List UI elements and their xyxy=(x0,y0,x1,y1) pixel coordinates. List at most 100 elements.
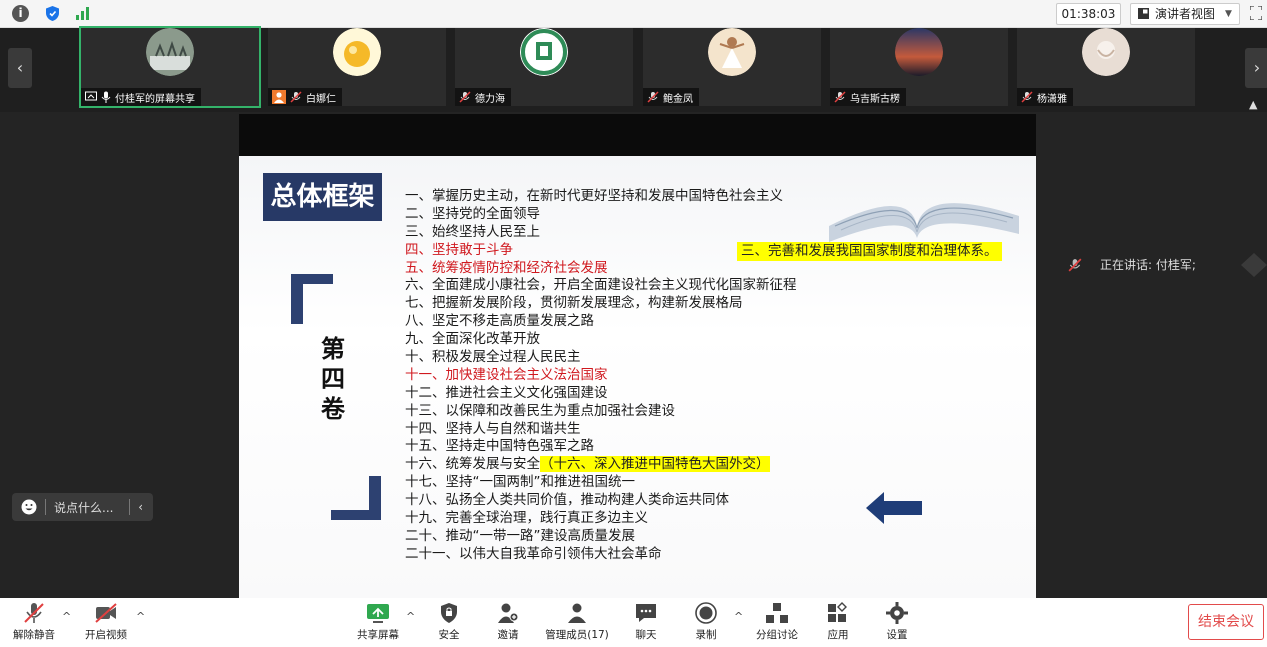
participant-name: 鲍金凤 xyxy=(663,93,693,105)
participant-name: 乌吉斯古楞 xyxy=(850,93,900,105)
outline-item: 十二、推进社会主义文化强国建设 xyxy=(405,384,608,401)
mic-icon xyxy=(101,91,111,103)
chevron-up-icon[interactable]: ^ xyxy=(62,610,71,623)
breakout-icon xyxy=(766,603,788,623)
mic-muted-icon xyxy=(1068,258,1082,271)
participant-label: 乌吉斯古楞 xyxy=(830,88,906,106)
chevron-up-icon[interactable]: ^ xyxy=(136,610,145,623)
signal-icon[interactable] xyxy=(74,5,91,22)
end-meeting-button[interactable]: 结束会议 xyxy=(1188,604,1264,640)
view-mode-dropdown[interactable]: 演讲者视图 ▼ xyxy=(1130,3,1240,25)
settings-label: 设置 xyxy=(886,629,908,641)
participant-tile[interactable]: 付桂军的屏幕共享 xyxy=(79,26,261,108)
outline-item: 十六、统筹发展与安全（十六、深入推进中国特色大国外交） xyxy=(405,456,797,474)
participant-tile[interactable]: 鲍金凤 xyxy=(643,28,821,106)
unmute-button[interactable]: 解除静音 xyxy=(4,602,64,644)
share-screen-button[interactable]: 共享屏幕 xyxy=(348,602,408,644)
participant-strip: ‹ 付桂军的屏幕共享 白娜仁 德力海 鲍金凤 乌吉斯古楞 杨潇雅 › ▲ xyxy=(0,26,1267,112)
user-icon xyxy=(272,90,286,104)
slide-title: 总体框架 xyxy=(263,173,382,221)
mic-muted-icon xyxy=(834,91,846,103)
highlighted-note: 三、完善和发展我国国家制度和治理体系。 xyxy=(737,242,1002,261)
apps-icon xyxy=(828,602,847,622)
outline-item: 二、坚持党的全面领导 xyxy=(405,205,540,222)
participants-button[interactable]: 管理成员(17) xyxy=(538,602,616,644)
outline-item: 十七、坚持“一国两制”和推进祖国统一 xyxy=(405,474,635,491)
outline-item: 三、始终坚持人民至上 xyxy=(405,223,540,240)
participant-name: 付桂军的屏幕共享 xyxy=(115,93,195,105)
top-bar: i 01:38:03 演讲者视图 ▼ xyxy=(0,0,1267,28)
video-off-icon xyxy=(95,603,117,623)
outline-item: 九、全面深化改革开放 xyxy=(405,331,540,348)
outline-item: 十五、坚持走中国特色强军之路 xyxy=(405,438,594,455)
view-mode-label: 演讲者视图 xyxy=(1155,7,1216,21)
chevron-up-icon[interactable]: ▲ xyxy=(1249,98,1257,111)
chevron-up-icon[interactable]: ^ xyxy=(734,610,743,623)
bottom-toolbar: 解除静音 ^ 开启视频 ^ 共享屏幕 ^ 安全 邀请 管理成员(17) 聊天 录… xyxy=(0,598,1267,647)
security-button[interactable]: 安全 xyxy=(419,602,479,644)
participant-tile[interactable]: 杨潇雅 xyxy=(1017,28,1195,106)
add-user-icon xyxy=(498,603,519,623)
chat-label: 聊天 xyxy=(635,629,657,641)
chevron-right-icon[interactable]: › xyxy=(1245,48,1267,88)
info-icon[interactable]: i xyxy=(12,5,29,22)
chevron-left-icon[interactable]: ‹ xyxy=(138,500,143,514)
volume-char: 四 xyxy=(321,365,345,393)
avatar xyxy=(895,28,943,76)
chevron-down-icon: ▼ xyxy=(1225,9,1232,19)
apps-button[interactable]: 应用 xyxy=(808,602,868,644)
start-video-button[interactable]: 开启视频 xyxy=(76,602,136,644)
settings-button[interactable]: 设置 xyxy=(867,602,927,644)
participant-tile[interactable]: 德力海 xyxy=(455,28,633,106)
share-screen-icon xyxy=(367,604,389,623)
outline-item: 五、统筹疫情防控和经济社会发展 xyxy=(405,259,608,276)
breakout-rooms-button[interactable]: 分组讨论 xyxy=(747,602,807,644)
highlighted-note: （十六、深入推进中国特色大国外交） xyxy=(540,456,770,473)
outline-item: 七、把握新发展阶段，贯彻新发展理念，构建新发展格局 xyxy=(405,295,743,312)
avatar xyxy=(520,28,568,76)
divider xyxy=(129,499,131,515)
participant-label: 鲍金凤 xyxy=(643,88,699,106)
avatar xyxy=(333,28,381,76)
apps-label: 应用 xyxy=(827,629,849,641)
participant-tile[interactable]: 乌吉斯古楞 xyxy=(830,28,1008,106)
security-label: 安全 xyxy=(438,629,460,641)
mic-muted-icon xyxy=(459,91,471,103)
arrow-left-icon xyxy=(866,492,922,524)
quick-chat-bar[interactable]: 说点什么... ‹ xyxy=(12,493,153,521)
chat-button[interactable]: 聊天 xyxy=(616,602,676,644)
record-label: 录制 xyxy=(695,629,717,641)
outline-item: 二十、推动“一带一路”建设高质量发展 xyxy=(405,527,635,544)
outline-item: 十一、加快建设社会主义法治国家 xyxy=(405,366,608,383)
chevron-left-icon[interactable]: ‹ xyxy=(8,48,32,88)
invite-label: 邀请 xyxy=(497,629,519,641)
diamond-icon xyxy=(1241,253,1267,277)
shared-slide: 总体框架 第 四 卷 一、掌握历史主动，在新时代更好坚持和发展中国特色社会主义 … xyxy=(239,156,1036,598)
speaking-text: 正在讲话: 付桂军; xyxy=(1100,258,1196,272)
outline-item: 八、坚定不移走高质量发展之路 xyxy=(405,313,594,330)
shield-icon[interactable] xyxy=(44,5,61,22)
volume-char: 第 xyxy=(321,335,345,363)
participant-label: 德力海 xyxy=(455,88,511,106)
bracket-decoration xyxy=(331,476,381,520)
fullscreen-icon[interactable] xyxy=(1250,6,1262,20)
emoji-icon[interactable] xyxy=(21,499,37,515)
gear-icon xyxy=(886,602,908,624)
outline-item: 六、全面建成小康社会，开启全面建设社会主义现代化国家新征程 xyxy=(405,277,797,294)
mic-muted-icon xyxy=(1021,91,1033,103)
record-button[interactable]: 录制 xyxy=(676,602,736,644)
participant-tile[interactable]: 白娜仁 xyxy=(268,28,446,106)
avatar xyxy=(708,28,756,76)
participant-label: 付桂军的屏幕共享 xyxy=(81,88,201,106)
outline-item-text: 十六、统筹发展与安全 xyxy=(405,456,540,473)
bracket-decoration xyxy=(291,274,333,324)
chat-input[interactable]: 说点什么... xyxy=(54,499,121,516)
participant-name: 白娜仁 xyxy=(306,93,336,105)
participant-label: 白娜仁 xyxy=(268,88,342,106)
record-icon xyxy=(695,602,717,624)
mic-muted-icon xyxy=(290,91,302,103)
users-icon xyxy=(568,603,586,623)
chevron-up-icon[interactable]: ^ xyxy=(406,610,415,623)
invite-button[interactable]: 邀请 xyxy=(478,602,538,644)
outline-item: 十三、以保障和改善民生为重点加强社会建设 xyxy=(405,402,675,419)
